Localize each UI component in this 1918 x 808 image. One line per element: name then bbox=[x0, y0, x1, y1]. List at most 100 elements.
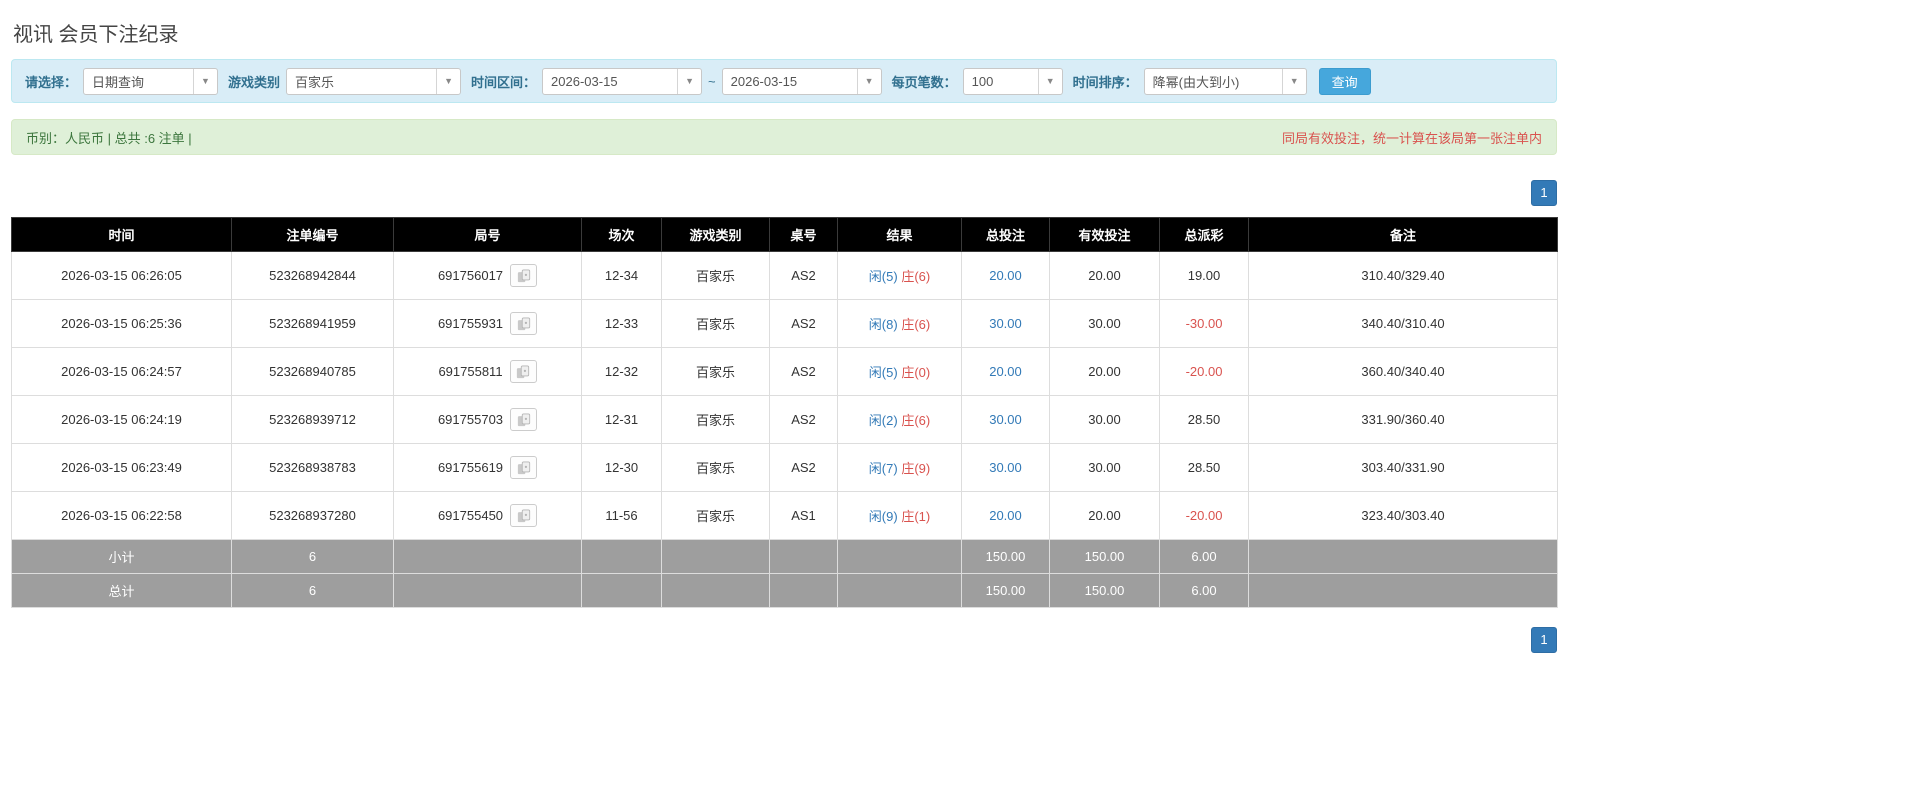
summary-valid-bet: 150.00 bbox=[1049, 539, 1160, 574]
cell-time: 2026-03-15 06:23:49 bbox=[11, 443, 232, 492]
payout-value: 19.00 bbox=[1187, 268, 1221, 283]
cell-result: 闲(5) 庄(0) bbox=[837, 347, 962, 396]
page-title: 视讯 会员下注纪录 bbox=[13, 24, 179, 46]
column-header-result: 结果 bbox=[837, 217, 962, 252]
cell-payout: -30.00 bbox=[1159, 299, 1249, 348]
result-player: 闲(8) bbox=[868, 317, 898, 332]
game-type-label: 游戏类别 bbox=[228, 74, 281, 90]
page-number-button[interactable]: 1 bbox=[1531, 180, 1557, 206]
time-sort-value: 降幂(由大到小) bbox=[1152, 74, 1240, 90]
cell-time: 2026-03-15 06:22:58 bbox=[11, 491, 232, 540]
table-body: 2026-03-15 06:26:05 523268942844 6917560… bbox=[11, 251, 1558, 608]
total-bet-link[interactable]: 20.00 bbox=[989, 508, 1022, 523]
cell-round-id: 691755931 bbox=[393, 299, 582, 348]
total-bet-link[interactable]: 20.00 bbox=[989, 268, 1022, 283]
cell-game-type: 百家乐 bbox=[661, 443, 770, 492]
cell-result: 闲(5) 庄(6) bbox=[837, 251, 962, 300]
chevron-down-icon: ▼ bbox=[1037, 68, 1062, 94]
cell-total-bet: 20.00 bbox=[961, 251, 1050, 300]
cell-payout: 19.00 bbox=[1159, 251, 1249, 300]
cell-time: 2026-03-15 06:24:57 bbox=[11, 347, 232, 396]
game-type-value: 百家乐 bbox=[295, 74, 335, 90]
column-header-valid-bet: 有效投注 bbox=[1049, 217, 1160, 252]
cell-session: 12-34 bbox=[581, 251, 662, 300]
result-banker: 庄(0) bbox=[901, 365, 931, 380]
table-row: 2026-03-15 06:25:36 523268941959 6917559… bbox=[11, 299, 1558, 348]
result-player: 闲(7) bbox=[868, 461, 898, 476]
cell-session: 12-30 bbox=[581, 443, 662, 492]
payout-value: -30.00 bbox=[1185, 316, 1223, 331]
result-banker: 庄(6) bbox=[901, 269, 931, 284]
pagination-top: 1 bbox=[11, 180, 1557, 206]
game-type-dropdown[interactable]: 百家乐 ▼ bbox=[286, 67, 462, 95]
result-banker: 庄(6) bbox=[901, 317, 931, 332]
total-bet-link[interactable]: 30.00 bbox=[989, 316, 1022, 331]
page-number-button[interactable]: 1 bbox=[1531, 627, 1557, 653]
summary-label: 总计 bbox=[11, 573, 232, 608]
chevron-down-icon: ▼ bbox=[856, 68, 881, 94]
cell-total-bet: 30.00 bbox=[961, 395, 1050, 444]
date-to-picker[interactable]: 2026-03-15 ▼ bbox=[721, 67, 882, 95]
view-round-result-button[interactable] bbox=[509, 360, 537, 383]
round-id-value: 691756017 bbox=[437, 268, 504, 283]
cell-time: 2026-03-15 06:24:19 bbox=[11, 395, 232, 444]
table-row: 2026-03-15 06:23:49 523268938783 6917556… bbox=[11, 443, 1558, 492]
cell-payout: -20.00 bbox=[1159, 491, 1249, 540]
column-header-payout: 总派彩 bbox=[1159, 217, 1249, 252]
search-button[interactable]: 查询 bbox=[1318, 67, 1371, 95]
view-round-result-button[interactable] bbox=[510, 456, 538, 479]
cell-table-no: AS2 bbox=[769, 395, 838, 444]
page-size-dropdown[interactable]: 100 ▼ bbox=[962, 67, 1063, 95]
payout-value: 28.50 bbox=[1187, 412, 1221, 427]
cards-icon bbox=[517, 508, 530, 522]
date-from-picker[interactable]: 2026-03-15 ▼ bbox=[542, 67, 703, 95]
summary-total-bet: 150.00 bbox=[961, 573, 1050, 608]
cell-total-bet: 30.00 bbox=[961, 299, 1050, 348]
result-banker: 庄(6) bbox=[901, 413, 931, 428]
chevron-down-icon: ▼ bbox=[677, 68, 701, 94]
cell-session: 12-31 bbox=[581, 395, 662, 444]
cell-round-id: 691756017 bbox=[393, 251, 582, 300]
summary-valid-bet: 150.00 bbox=[1049, 573, 1160, 608]
filter-bar: 请选择： 日期查询 ▼ 游戏类别 百家乐 ▼ 时间区间： 2026-03-15 … bbox=[11, 59, 1557, 103]
summary-label: 小计 bbox=[11, 539, 232, 574]
total-bet-link[interactable]: 30.00 bbox=[989, 412, 1022, 427]
cell-bet-id: 523268939712 bbox=[231, 395, 394, 444]
cards-icon bbox=[517, 268, 530, 282]
summary-row: 小计 6 150.00 150.00 6.00 bbox=[11, 539, 1558, 574]
round-id-value: 691755450 bbox=[437, 508, 504, 523]
column-header-table-no: 桌号 bbox=[769, 217, 838, 252]
query-type-dropdown[interactable]: 日期查询 ▼ bbox=[83, 67, 219, 95]
cell-table-no: AS1 bbox=[769, 491, 838, 540]
cell-session: 11-56 bbox=[581, 491, 662, 540]
cell-valid-bet: 20.00 bbox=[1049, 491, 1160, 540]
chevron-down-icon: ▼ bbox=[193, 68, 217, 94]
cell-remark: 331.90/360.40 bbox=[1248, 395, 1558, 444]
summary-payout: 6.00 bbox=[1159, 573, 1249, 608]
cards-icon bbox=[517, 412, 530, 426]
table-row: 2026-03-15 06:22:58 523268937280 6917554… bbox=[11, 491, 1558, 540]
payout-value: 28.50 bbox=[1187, 460, 1221, 475]
view-round-result-button[interactable] bbox=[510, 408, 538, 431]
cell-time: 2026-03-15 06:26:05 bbox=[11, 251, 232, 300]
pagination-bottom: 1 bbox=[11, 627, 1557, 653]
cell-table-no: AS2 bbox=[769, 299, 838, 348]
time-sort-dropdown[interactable]: 降幂(由大到小) ▼ bbox=[1143, 67, 1307, 95]
view-round-result-button[interactable] bbox=[510, 312, 538, 335]
column-header-time: 时间 bbox=[11, 217, 232, 252]
cell-bet-id: 523268941959 bbox=[231, 299, 394, 348]
page-size-label: 每页笔数： bbox=[891, 74, 957, 90]
cards-icon bbox=[517, 460, 530, 474]
total-bet-link[interactable]: 30.00 bbox=[989, 460, 1022, 475]
view-round-result-button[interactable] bbox=[510, 264, 538, 287]
payout-value: -20.00 bbox=[1185, 364, 1223, 379]
view-round-result-button[interactable] bbox=[510, 504, 538, 527]
total-bet-link[interactable]: 20.00 bbox=[989, 364, 1022, 379]
cell-total-bet: 20.00 bbox=[961, 491, 1050, 540]
cell-payout: 28.50 bbox=[1159, 443, 1249, 492]
table-row: 2026-03-15 06:24:19 523268939712 6917557… bbox=[11, 395, 1558, 444]
summary-payout: 6.00 bbox=[1159, 539, 1249, 574]
chevron-down-icon: ▼ bbox=[436, 68, 460, 94]
main-container: 视讯 会员下注纪录 请选择： 日期查询 ▼ 游戏类别 百家乐 ▼ 时间区间： 2… bbox=[11, 0, 1558, 653]
result-player: 闲(5) bbox=[868, 365, 898, 380]
